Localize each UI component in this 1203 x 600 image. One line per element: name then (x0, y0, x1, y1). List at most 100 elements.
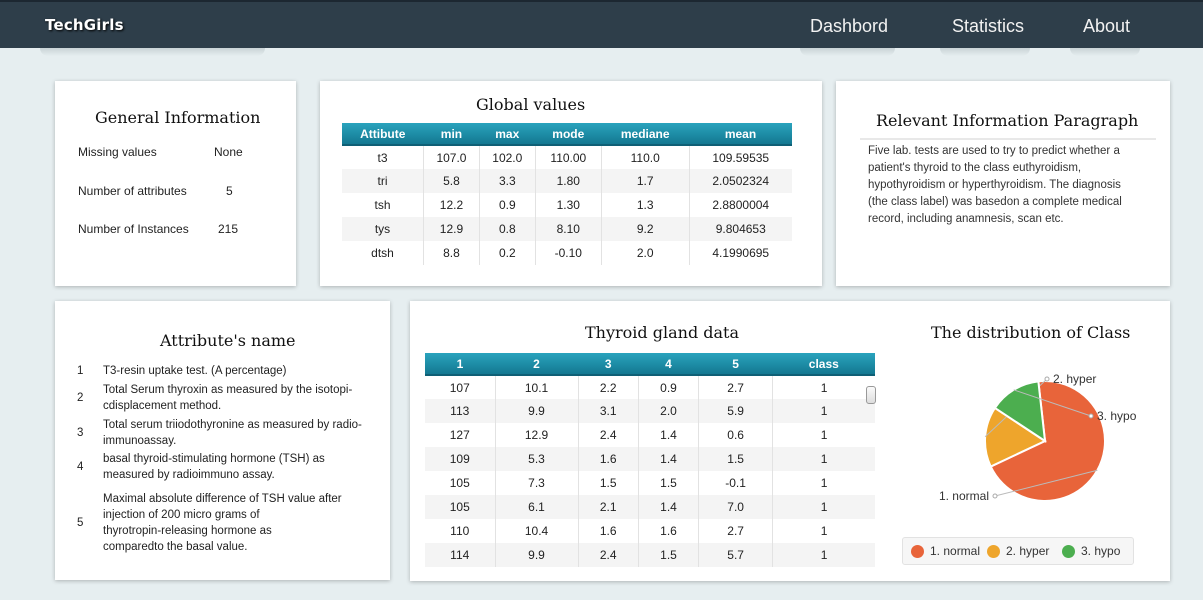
table-cell: 10.1 (495, 375, 579, 399)
table-cell: 2.2 (578, 375, 639, 399)
legend-item[interactable]: 3. hypo (1062, 544, 1120, 558)
table-cell: 9.804653 (689, 217, 792, 241)
table-cell: 7.3 (495, 471, 579, 495)
gv-header-0[interactable]: Attibute (342, 123, 424, 146)
table-row[interactable]: 109 5.3 1.6 1.4 1.5 1 (425, 447, 875, 471)
table-cell: 1.6 (638, 519, 700, 543)
legend-item[interactable]: 1. normal (911, 544, 980, 558)
attribute-item: 1 T3-resin uptake test. (A percentage) (77, 363, 367, 379)
gv-header-2[interactable]: max (479, 123, 536, 146)
attribute-description: Total Serum thyroxin as measured by the … (103, 382, 383, 414)
table-scrollbar-thumb[interactable] (866, 386, 876, 404)
table-cell: 127 (425, 423, 496, 447)
num-instances-label: Number of Instances (78, 222, 189, 236)
attributes-title: Attribute's name (160, 331, 296, 350)
relevant-info-paragraph: Five lab. tests are used to try to predi… (868, 143, 1158, 228)
nav-about[interactable]: About (1083, 16, 1130, 37)
attribute-line: thyrotropin-releasing hormone as (103, 525, 272, 537)
pie-label-1: 1. normal (939, 489, 989, 503)
divider (860, 138, 1156, 140)
table-cell: 2.7 (698, 375, 774, 399)
table-cell: 2.7 (698, 519, 774, 543)
th-header-3[interactable]: 4 (638, 353, 699, 376)
attribute-number: 2 (77, 392, 84, 404)
table-cell: 4.1990695 (712, 246, 770, 260)
table-cell: 5.8 (423, 169, 480, 193)
attribute-item: 5 Maximal absolute difference of TSH valu… (77, 491, 367, 555)
nav-dashboard[interactable]: Dashbord (810, 16, 888, 37)
global-values-table-wrap[interactable]: Attibute min max mode mediane mean t3 107.0 102… (342, 123, 792, 273)
attribute-line: cdisplacement method. (103, 400, 222, 412)
table-row[interactable]: 113 9.9 3.1 2.0 5.9 1 (425, 399, 875, 423)
attribute-line: Total Serum thyroxin as measured by the … (103, 384, 353, 396)
chart-title: The distribution of Class (931, 323, 1131, 342)
pie-leader-dot (1088, 413, 1094, 419)
table-row[interactable]: tsh 12.2 0.9 1.30 1.3 2.8800004 (342, 193, 792, 217)
table-cell: 5.9 (698, 399, 774, 423)
table-row[interactable]: 107 10.1 2.2 0.9 2.7 1 (425, 375, 875, 399)
table-row[interactable]: dtsh 8.8 0.2 -0.10 2.0 4.1990695 (342, 241, 792, 265)
nav-shadow (40, 48, 265, 56)
table-cell: 1.6 (578, 519, 639, 543)
navbar: TechGirls Dashbord Statistics About (0, 0, 1203, 48)
th-header-5[interactable]: class (772, 353, 875, 376)
th-header-1[interactable]: 2 (495, 353, 579, 376)
table-cell: tys (342, 217, 425, 241)
table-cell: 1 (820, 380, 828, 395)
table-row[interactable]: 114 9.9 2.4 1.5 5.7 1 (425, 543, 875, 567)
table-cell: 0.6 (698, 423, 774, 447)
table-cell: 102.0 (479, 145, 536, 169)
table-row[interactable]: 110 10.4 1.6 1.6 2.7 1 (425, 519, 875, 543)
table-row[interactable]: tri 5.8 3.3 1.80 1.7 2.0502324 (342, 169, 792, 193)
table-cell: 1.4 (638, 423, 700, 447)
legend-swatch (1062, 544, 1075, 558)
table-row[interactable]: 127 12.9 2.4 1.4 0.6 1 (425, 423, 875, 447)
attribute-line: immunoassay. (103, 435, 177, 447)
gv-header-4[interactable]: mediane (601, 123, 689, 146)
table-row[interactable]: 105 7.3 1.5 1.5 -0.1 1 (425, 471, 875, 495)
table-cell: 1.5 (638, 543, 700, 567)
table-cell: 109.59535 (712, 150, 770, 165)
attribute-line: basal thyroid-stimulating hormone (TSH) … (103, 453, 325, 465)
legend-label: 3. hypo (1081, 544, 1121, 558)
th-header-4[interactable]: 5 (698, 353, 773, 376)
table-cell: 2.4 (578, 543, 639, 567)
global-values-card: Global values Attibute min max mode mediane m… (320, 81, 822, 286)
table-row[interactable]: 105 6.1 2.1 1.4 7.0 1 (425, 495, 875, 519)
attribute-line: injection of 200 micro grams of (103, 509, 260, 521)
legend-label: 1. normal (930, 544, 981, 558)
legend-item[interactable]: 2. hyper (987, 544, 1049, 558)
th-header-2[interactable]: 3 (578, 353, 639, 376)
table-cell: 2.4 (578, 423, 639, 447)
table-cell: 6.1 (495, 495, 579, 519)
table-cell: 0.2 (479, 241, 536, 265)
attribute-line: Maximal absolute difference of TSH value… (103, 493, 342, 505)
attribute-number: 3 (77, 427, 84, 439)
gv-header-1[interactable]: min (423, 123, 480, 146)
table-cell: 9.9 (495, 399, 579, 423)
table-cell: tri (342, 169, 425, 193)
table-cell: 5.3 (495, 447, 579, 471)
attribute-description: T3-resin uptake test. (A percentage) (103, 363, 383, 379)
table-cell: 8.8 (423, 241, 480, 265)
th-header-0[interactable]: 1 (425, 353, 495, 376)
brand-logo[interactable]: TechGirls (45, 16, 124, 34)
table-cell: 1 (820, 428, 828, 442)
table-cell: 110.0 (601, 145, 690, 169)
table-row[interactable]: tys 12.9 0.8 8.10 9.2 9.804653 (342, 217, 792, 241)
attribute-number: 1 (77, 365, 84, 377)
gv-header-5[interactable]: mean (689, 123, 792, 146)
pie-leader-dot (992, 493, 998, 499)
paragraph-line: (the class label) was basedon a complete… (868, 196, 1122, 208)
table-row[interactable]: t3 107.0 102.0 110.00 110.0 109.59535 (342, 145, 792, 169)
table-cell: 1 (772, 543, 875, 567)
table-cell: 9.2 (601, 217, 690, 241)
legend-label: 2. hyper (1006, 544, 1050, 558)
nav-statistics[interactable]: Statistics (952, 16, 1024, 37)
gv-header-3[interactable]: mode (535, 123, 602, 146)
table-cell: 0.8 (479, 217, 536, 241)
attribute-number: 5 (77, 517, 84, 529)
num-attributes-label: Number of attributes (78, 184, 187, 198)
thyroid-table-wrap[interactable]: 1 2 3 4 5 class 107 10.1 2.2 0.9 2.7 1 113 9.9 3.1 2.0… (425, 353, 875, 571)
missing-values-value: None (214, 145, 243, 159)
